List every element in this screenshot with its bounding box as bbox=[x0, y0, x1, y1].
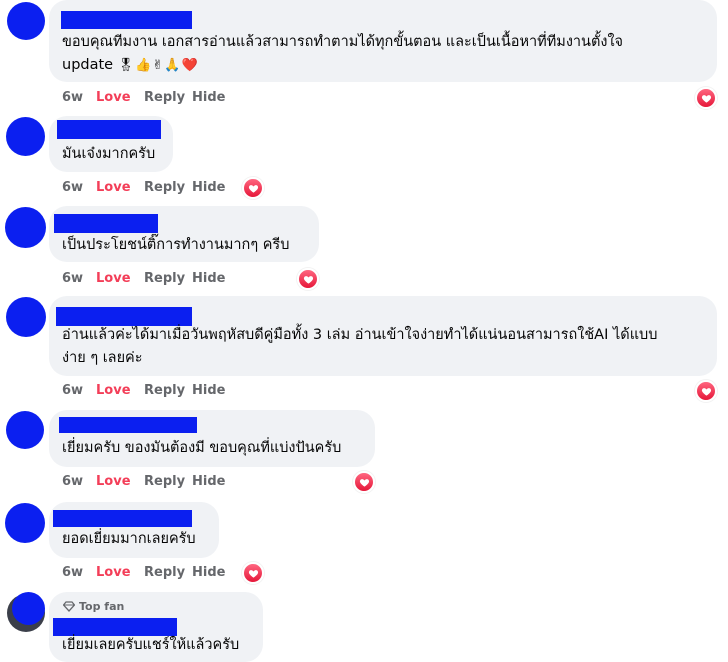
love-button[interactable]: Love bbox=[96, 474, 144, 489]
comment-actions: 6w Love Reply Hide bbox=[62, 90, 225, 105]
comment-text-line2: ง่าย ๆ เลยค่ะ bbox=[62, 350, 143, 366]
hide-button[interactable]: Hide bbox=[192, 474, 225, 489]
avatar[interactable] bbox=[7, 2, 45, 40]
hide-button[interactable]: Hide bbox=[192, 180, 225, 195]
commenter-name[interactable] bbox=[53, 510, 192, 527]
timestamp[interactable]: 6w bbox=[62, 180, 96, 195]
comment-actions: 6w Love Reply Hide bbox=[62, 271, 225, 286]
comment-text-line2: update bbox=[62, 57, 114, 73]
heart-icon[interactable] bbox=[242, 177, 264, 199]
comment-actions: 6w Love Reply Hide bbox=[62, 474, 225, 489]
avatar[interactable] bbox=[6, 117, 45, 156]
comment-text: เป็นประโยชน์ติ๊การทำงานมากๆ ครีบ bbox=[62, 237, 290, 253]
reply-button[interactable]: Reply bbox=[144, 90, 192, 105]
comment-text: ยอดเยี่ยมมากเลยครับ bbox=[62, 531, 196, 547]
comment-text-line1: ขอบคุณทีมงาน เอกสารอ่านแล้วสามารถทำตามได… bbox=[62, 34, 624, 50]
hide-button[interactable]: Hide bbox=[192, 271, 225, 286]
hide-button[interactable]: Hide bbox=[192, 383, 225, 398]
heart-icon[interactable] bbox=[695, 87, 717, 109]
love-button[interactable]: Love bbox=[96, 90, 144, 105]
comment-actions: 6w Love Reply Hide bbox=[62, 180, 225, 195]
timestamp[interactable]: 6w bbox=[62, 474, 96, 489]
commenter-name[interactable] bbox=[54, 214, 158, 233]
reply-button[interactable]: Reply bbox=[144, 271, 192, 286]
comment-text: เยี่ยมเลยครับแชร์ให้แล้วครับ bbox=[62, 637, 240, 653]
commenter-name[interactable] bbox=[59, 417, 197, 433]
diamond-icon bbox=[63, 601, 75, 612]
comment-text: ขอบคุณทีมงาน เอกสารอ่านแล้วสามารถทำตามได… bbox=[62, 31, 623, 77]
comment-text: มันเจ๋งมากครับ bbox=[62, 146, 156, 162]
timestamp[interactable]: 6w bbox=[62, 271, 96, 286]
reply-button[interactable]: Reply bbox=[144, 565, 192, 580]
comment-emojis: 🎖👍✌🙏❤️ bbox=[117, 58, 199, 73]
timestamp[interactable]: 6w bbox=[62, 90, 96, 105]
reply-button[interactable]: Reply bbox=[144, 383, 192, 398]
avatar[interactable] bbox=[6, 411, 44, 449]
heart-icon[interactable] bbox=[297, 268, 319, 290]
comment-actions: 6w Love Reply Hide bbox=[62, 383, 225, 398]
avatar-overlay bbox=[12, 592, 45, 625]
hide-button[interactable]: Hide bbox=[192, 90, 225, 105]
commenter-name[interactable] bbox=[61, 11, 192, 29]
hide-button[interactable]: Hide bbox=[192, 565, 225, 580]
commenter-name[interactable] bbox=[57, 120, 161, 139]
love-button[interactable]: Love bbox=[96, 180, 144, 195]
avatar[interactable] bbox=[5, 503, 45, 543]
love-button[interactable]: Love bbox=[96, 565, 144, 580]
comment-text: เยี่ยมครับ ของมันต้องมี ขอบคุณที่แบ่งปัน… bbox=[62, 440, 342, 456]
heart-icon[interactable] bbox=[353, 471, 375, 493]
love-button[interactable]: Love bbox=[96, 271, 144, 286]
heart-icon[interactable] bbox=[242, 562, 264, 584]
timestamp[interactable]: 6w bbox=[62, 565, 96, 580]
avatar[interactable] bbox=[6, 297, 46, 337]
heart-icon[interactable] bbox=[695, 380, 717, 402]
top-fan-label: Top fan bbox=[79, 600, 125, 613]
timestamp[interactable]: 6w bbox=[62, 383, 96, 398]
comment-text-line1: อ่านแล้วค่ะได้มาเมื่อวันพฤหัสบดีคู่มือทั… bbox=[62, 327, 658, 343]
comment-text: อ่านแล้วค่ะได้มาเมื่อวันพฤหัสบดีคู่มือทั… bbox=[62, 324, 657, 370]
top-fan-badge[interactable]: Top fan bbox=[63, 600, 124, 613]
reply-button[interactable]: Reply bbox=[144, 474, 192, 489]
reply-button[interactable]: Reply bbox=[144, 180, 192, 195]
love-button[interactable]: Love bbox=[96, 383, 144, 398]
avatar[interactable] bbox=[5, 207, 46, 248]
comment-actions: 6w Love Reply Hide bbox=[62, 565, 225, 580]
